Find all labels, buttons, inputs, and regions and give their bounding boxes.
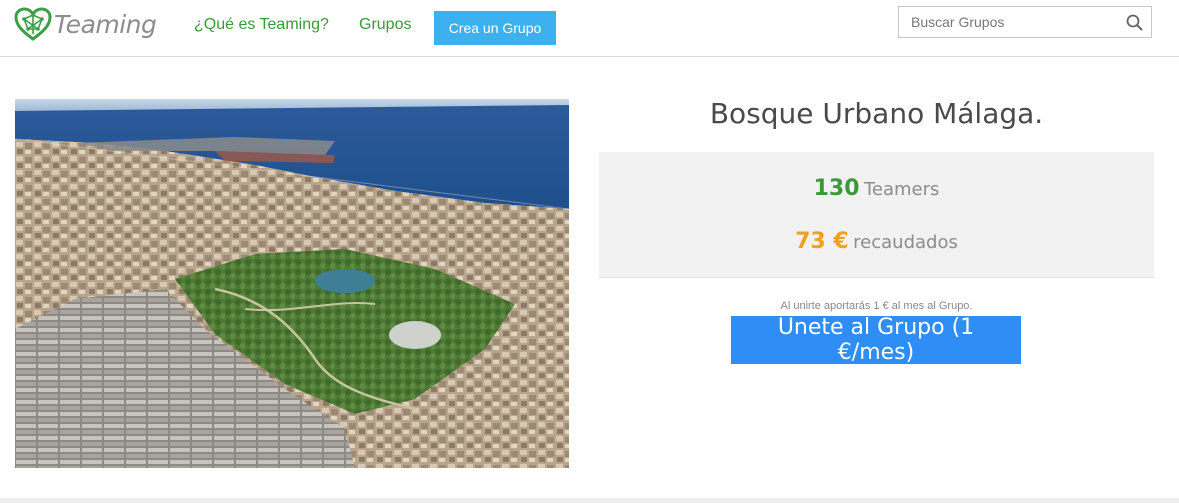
teaming-logo[interactable]: Teaming	[14, 7, 157, 41]
nav-what-is-teaming[interactable]: ¿Qué es Teaming?	[194, 16, 329, 34]
raised-stat: 73 € recaudados	[599, 229, 1154, 254]
group-photo	[15, 99, 569, 468]
teamers-stat: 130 Teamers	[599, 176, 1154, 201]
raised-label: recaudados	[853, 232, 958, 253]
join-group-button[interactable]: Únete al Grupo (1 €/mes)	[731, 315, 1021, 365]
group-stats-box: 130 Teamers 73 € recaudados	[599, 152, 1154, 278]
logo-text: Teaming	[54, 9, 157, 39]
site-header: Teaming ¿Qué es Teaming? Grupos Crea un …	[0, 0, 1179, 57]
nav-groups[interactable]: Grupos	[359, 16, 411, 34]
heart-logo-icon	[14, 7, 52, 41]
footer-divider	[0, 498, 1179, 503]
group-title: Bosque Urbano Málaga.	[709, 97, 1044, 130]
join-note: Al unirte aportarás 1 € al mes al Grupo.	[780, 300, 973, 312]
search-input[interactable]	[899, 7, 1131, 37]
aerial-city-park-photo	[15, 99, 569, 468]
create-group-button[interactable]: Crea un Grupo	[434, 11, 556, 45]
raised-amount: 73 €	[795, 229, 849, 254]
teamers-count: 130	[813, 176, 860, 201]
search-box	[898, 6, 1152, 38]
teamers-label: Teamers	[863, 179, 940, 200]
search-icon[interactable]	[1126, 14, 1143, 31]
